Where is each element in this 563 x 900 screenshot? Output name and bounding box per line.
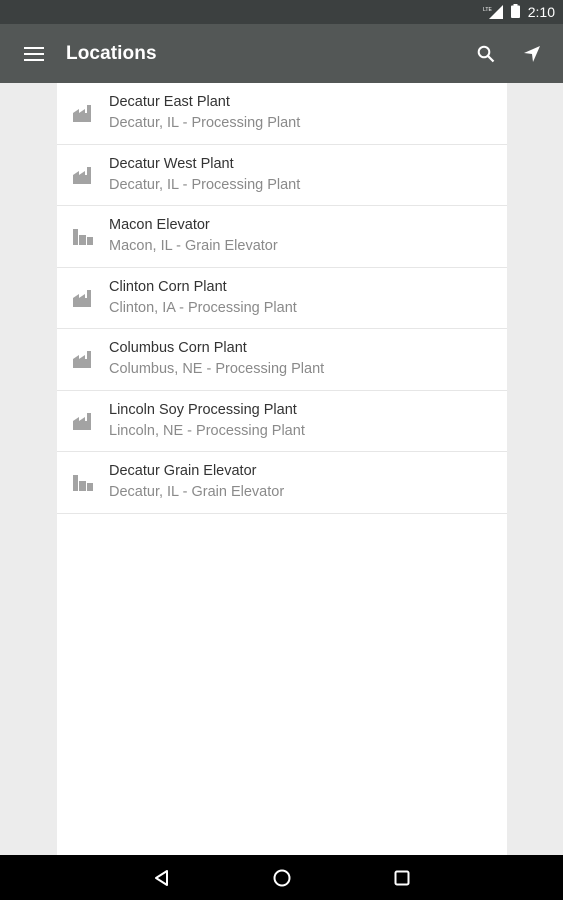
battery-icon — [510, 3, 520, 21]
location-name: Decatur East Plant — [109, 94, 230, 111]
location-name: Macon Elevator — [109, 217, 210, 234]
location-subtitle: Decatur, IL - Grain Elevator — [109, 484, 285, 501]
status-bar: LTE 2:10 — [0, 0, 563, 24]
location-subtitle: Macon, IL - Grain Elevator — [109, 238, 278, 255]
navigation-arrow-icon[interactable] — [509, 24, 555, 83]
location-item[interactable]: Columbus Corn Plant Columbus, NE - Proce… — [57, 329, 507, 391]
location-name: Lincoln Soy Processing Plant — [109, 401, 297, 418]
locations-list: Decatur East Plant Decatur, IL - Process… — [57, 83, 507, 855]
factory-icon — [57, 104, 109, 123]
location-item[interactable]: Clinton Corn Plant Clinton, IA - Process… — [57, 268, 507, 329]
location-subtitle: Lincoln, NE - Processing Plant — [109, 422, 305, 439]
location-name: Columbus Corn Plant — [109, 340, 247, 357]
hamburger-menu-icon[interactable] — [2, 24, 66, 83]
location-subtitle: Decatur, IL - Processing Plant — [109, 115, 301, 132]
home-icon[interactable] — [222, 855, 342, 900]
location-name: Clinton Corn Plant — [109, 278, 227, 295]
location-item[interactable]: Decatur East Plant Decatur, IL - Process… — [57, 83, 507, 145]
back-icon[interactable] — [102, 855, 222, 900]
location-subtitle: Decatur, IL - Processing Plant — [109, 176, 301, 193]
location-subtitle: Columbus, NE - Processing Plant — [109, 361, 325, 378]
location-name: Decatur West Plant — [109, 155, 234, 172]
network-type-label: LTE — [483, 7, 492, 13]
factory-icon — [57, 289, 109, 307]
location-item[interactable]: Lincoln Soy Processing Plant Lincoln, NE… — [57, 391, 507, 452]
location-item[interactable]: Decatur West Plant Decatur, IL - Process… — [57, 145, 507, 206]
search-icon[interactable] — [463, 24, 509, 83]
factory-icon — [57, 412, 109, 430]
location-subtitle: Clinton, IA - Processing Plant — [109, 299, 297, 316]
location-item[interactable]: Macon Elevator Macon, IL - Grain Elevato… — [57, 206, 507, 268]
clock: 2:10 — [527, 4, 555, 20]
app-bar: Locations — [0, 24, 563, 83]
factory-icon — [57, 166, 109, 184]
location-item[interactable]: Decatur Grain Elevator Decatur, IL - Gra… — [57, 452, 507, 514]
page-title: Locations — [66, 42, 157, 64]
system-nav-bar — [0, 855, 563, 900]
recents-icon[interactable] — [342, 855, 462, 900]
location-name: Decatur Grain Elevator — [109, 463, 257, 480]
grain-elevator-icon — [57, 227, 109, 246]
factory-icon — [57, 350, 109, 369]
signal-lte-icon: LTE — [483, 5, 505, 19]
grain-elevator-icon — [57, 473, 109, 492]
